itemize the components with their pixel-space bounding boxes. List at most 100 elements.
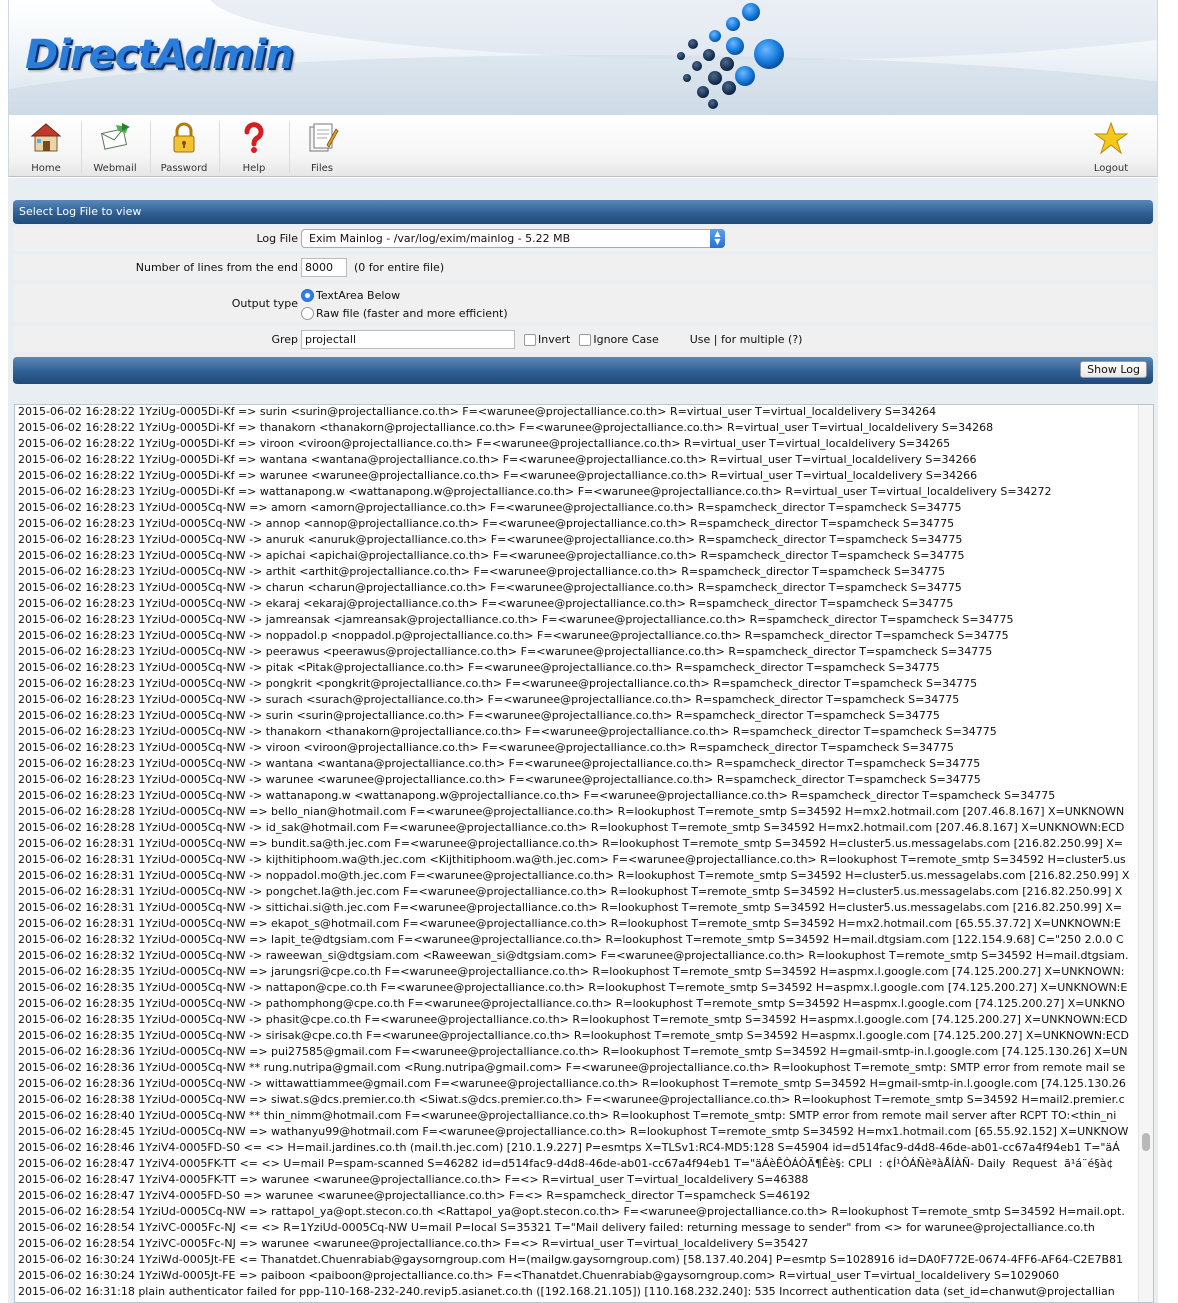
show-log-button[interactable]: Show Log [1080,361,1147,378]
log-line: 2015-06-02 16:28:32 1YziUd-0005Cq-NW -> … [18,949,1129,962]
log-line: 2015-06-02 16:28:28 1YziUd-0005Cq-NW => … [18,805,1125,818]
log-line: 2015-06-02 16:28:23 1YziUd-0005Cq-NW -> … [18,741,954,754]
files-button[interactable]: Files [289,119,355,175]
toolbar-divider [219,121,220,173]
log-line: 2015-06-02 16:28:35 1YziUd-0005Cq-NW -> … [18,981,1128,994]
radio-selected-icon[interactable] [301,288,314,302]
files-label: Files [311,163,333,174]
log-line: 2015-06-02 16:28:54 1YziVC-0005Fc-NJ => … [18,1237,809,1250]
invert-label: Invert [538,333,571,346]
ignore-case-label: Ignore Case [593,333,659,346]
log-line: 2015-06-02 16:28:47 1YziV4-0005FD-S0 => … [18,1189,811,1202]
log-line: 2015-06-02 16:28:38 1YziUd-0005Cq-NW => … [18,1093,1125,1106]
log-line: 2015-06-02 16:28:47 1YziV4-0005FK-TT <= … [18,1157,1114,1170]
log-line: 2015-06-02 16:28:22 1YziUg-0005Di-Kf => … [18,405,937,418]
log-line: 2015-06-02 16:28:32 1YziUd-0005Cq-NW => … [18,933,1124,946]
log-line: 2015-06-02 16:28:23 1YziUd-0005Cq-NW -> … [18,709,940,722]
log-output-textarea[interactable]: 2015-06-02 16:28:22 1YziUg-0005Di-Kf => … [14,404,1154,1303]
log-line: 2015-06-02 16:28:28 1YziUd-0005Cq-NW -> … [18,821,1125,834]
log-scrollbar[interactable] [1138,405,1153,1302]
lines-label: Number of lines from the end [135,261,298,274]
home-label: Home [31,163,61,174]
log-line: 2015-06-02 16:28:23 1YziUg-0005Di-Kf => … [18,485,1052,498]
log-line: 2015-06-02 16:28:22 1YziUg-0005Di-Kf => … [18,437,951,450]
log-line: 2015-06-02 16:28:23 1YziUd-0005Cq-NW -> … [18,533,963,546]
section-title: Select Log File to view [19,205,142,218]
files-icon [309,123,339,152]
log-text-content: 2015-06-02 16:28:22 1YziUg-0005Di-Kf => … [15,405,1136,1300]
output-type-label: Output type [231,297,298,310]
log-line: 2015-06-02 16:28:23 1YziUd-0005Cq-NW -> … [18,773,981,786]
log-line: 2015-06-02 16:28:31 1YziUd-0005Cq-NW -> … [18,869,1130,882]
grep-usage-hint[interactable]: Use | for multiple (?) [690,333,803,346]
lines-hint: (0 for entire file) [354,261,445,274]
log-line: 2015-06-02 16:28:23 1YziUd-0005Cq-NW -> … [18,789,1056,802]
log-line: 2015-06-02 16:28:54 1YziUd-0005Cq-NW => … [18,1205,1125,1218]
log-line: 2015-06-02 16:28:54 1YziVC-0005Fc-NJ <= … [18,1221,1095,1234]
log-line: 2015-06-02 16:31:18 plain authenticator … [18,1285,1115,1298]
log-line: 2015-06-02 16:28:23 1YziUd-0005Cq-NW -> … [18,693,960,706]
logout-label: Logout [1093,163,1129,174]
help-button[interactable]: Help [221,119,287,175]
grep-row: Grep Invert Ignore Case Use | for multip… [13,326,1153,354]
logout-button[interactable]: Logout [1078,119,1144,175]
log-file-row: Log File Exim Mainlog - /var/log/exim/ma… [13,226,1153,253]
log-line: 2015-06-02 16:28:45 1YziUd-0005Cq-NW => … [18,1125,1129,1138]
invert-checkbox[interactable] [524,333,536,346]
webmail-label: Webmail [93,163,137,174]
log-line: 2015-06-02 16:28:22 1YziUg-0005Di-Kf => … [18,421,994,434]
log-line: 2015-06-02 16:28:23 1YziUd-0005Cq-NW -> … [18,757,981,770]
section-title-bar: Select Log File to view [13,200,1153,224]
log-line: 2015-06-02 16:28:23 1YziUd-0005Cq-NW => … [18,501,962,514]
brand-logo[interactable]: DirectAdmin [25,32,294,78]
brand-dots-graphic [677,3,784,109]
show-log-bar: Show Log [13,357,1153,384]
main-toolbar: Home Webmail Password Help Files Logout [8,115,1158,177]
star-icon [1094,121,1128,155]
output-textarea-option[interactable]: TextArea Below [301,286,508,304]
log-line: 2015-06-02 16:28:23 1YziUd-0005Cq-NW -> … [18,725,997,738]
webmail-icon [100,123,130,150]
log-line: 2015-06-02 16:28:23 1YziUd-0005Cq-NW -> … [18,613,1014,626]
log-line: 2015-06-02 16:30:24 1YziWd-0005Jt-FE => … [18,1269,1060,1282]
log-line: 2015-06-02 16:28:23 1YziUd-0005Cq-NW -> … [18,565,946,578]
log-line: 2015-06-02 16:28:23 1YziUd-0005Cq-NW -> … [18,677,978,690]
log-line: 2015-06-02 16:28:23 1YziUd-0005Cq-NW -> … [18,629,1009,642]
scrollbar-thumb[interactable] [1142,1133,1150,1151]
log-line: 2015-06-02 16:28:46 1YziV4-0005FD-S0 <= … [18,1141,1120,1154]
log-line: 2015-06-02 16:28:23 1YziUd-0005Cq-NW -> … [18,645,993,658]
lines-row: Number of lines from the end (0 for enti… [13,254,1153,282]
log-line: 2015-06-02 16:28:35 1YziUd-0005Cq-NW -> … [18,1013,1128,1026]
grep-input[interactable] [301,330,515,349]
log-line: 2015-06-02 16:28:22 1YziUg-0005Di-Kf => … [18,469,978,482]
log-line: 2015-06-02 16:28:23 1YziUd-0005Cq-NW -> … [18,517,955,530]
output-type-row: Output type TextArea Below Raw file (fas… [13,284,1153,324]
log-line: 2015-06-02 16:28:31 1YziUd-0005Cq-NW -> … [18,901,1123,914]
lock-icon [173,122,195,153]
home-icon [30,123,62,152]
log-line: 2015-06-02 16:28:36 1YziUd-0005Cq-NW => … [18,1045,1128,1058]
password-label: Password [160,163,208,174]
log-line: 2015-06-02 16:30:24 1YziWd-0005Jt-FE <= … [18,1253,1124,1266]
log-line: 2015-06-02 16:28:23 1YziUd-0005Cq-NW -> … [18,581,962,594]
log-line: 2015-06-02 16:28:47 1YziV4-0005FK-TT => … [18,1173,809,1186]
log-file-select[interactable]: Exim Mainlog - /var/log/exim/mainlog - 5… [301,229,725,248]
output-raw-label: Raw file (faster and more efficient) [316,306,508,320]
log-file-dropdown[interactable]: Exim Mainlog - /var/log/exim/mainlog - 5… [301,229,725,248]
home-button[interactable]: Home [13,119,79,175]
grep-label: Grep [271,333,298,346]
lines-input[interactable] [301,258,347,277]
log-line: 2015-06-02 16:28:31 1YziUd-0005Cq-NW -> … [18,853,1126,866]
log-line: 2015-06-02 16:28:35 1YziUd-0005Cq-NW -> … [18,997,1125,1010]
ignore-case-checkbox[interactable] [579,333,592,346]
webmail-button[interactable]: Webmail [82,119,148,175]
log-line: 2015-06-02 16:28:36 1YziUd-0005Cq-NW ** … [18,1061,1126,1074]
log-line: 2015-06-02 16:28:23 1YziUd-0005Cq-NW -> … [18,597,954,610]
output-raw-option[interactable]: Raw file (faster and more efficient) [301,304,508,322]
log-line: 2015-06-02 16:28:22 1YziUg-0005Di-Kf => … [18,453,977,466]
header-banner: DirectAdmin [8,0,1158,115]
log-line: 2015-06-02 16:28:35 1YziUd-0005Cq-NW => … [18,965,1125,978]
radio-unselected-icon[interactable] [301,306,314,320]
password-button[interactable]: Password [151,119,217,175]
log-line: 2015-06-02 16:28:23 1YziUd-0005Cq-NW -> … [18,549,965,562]
